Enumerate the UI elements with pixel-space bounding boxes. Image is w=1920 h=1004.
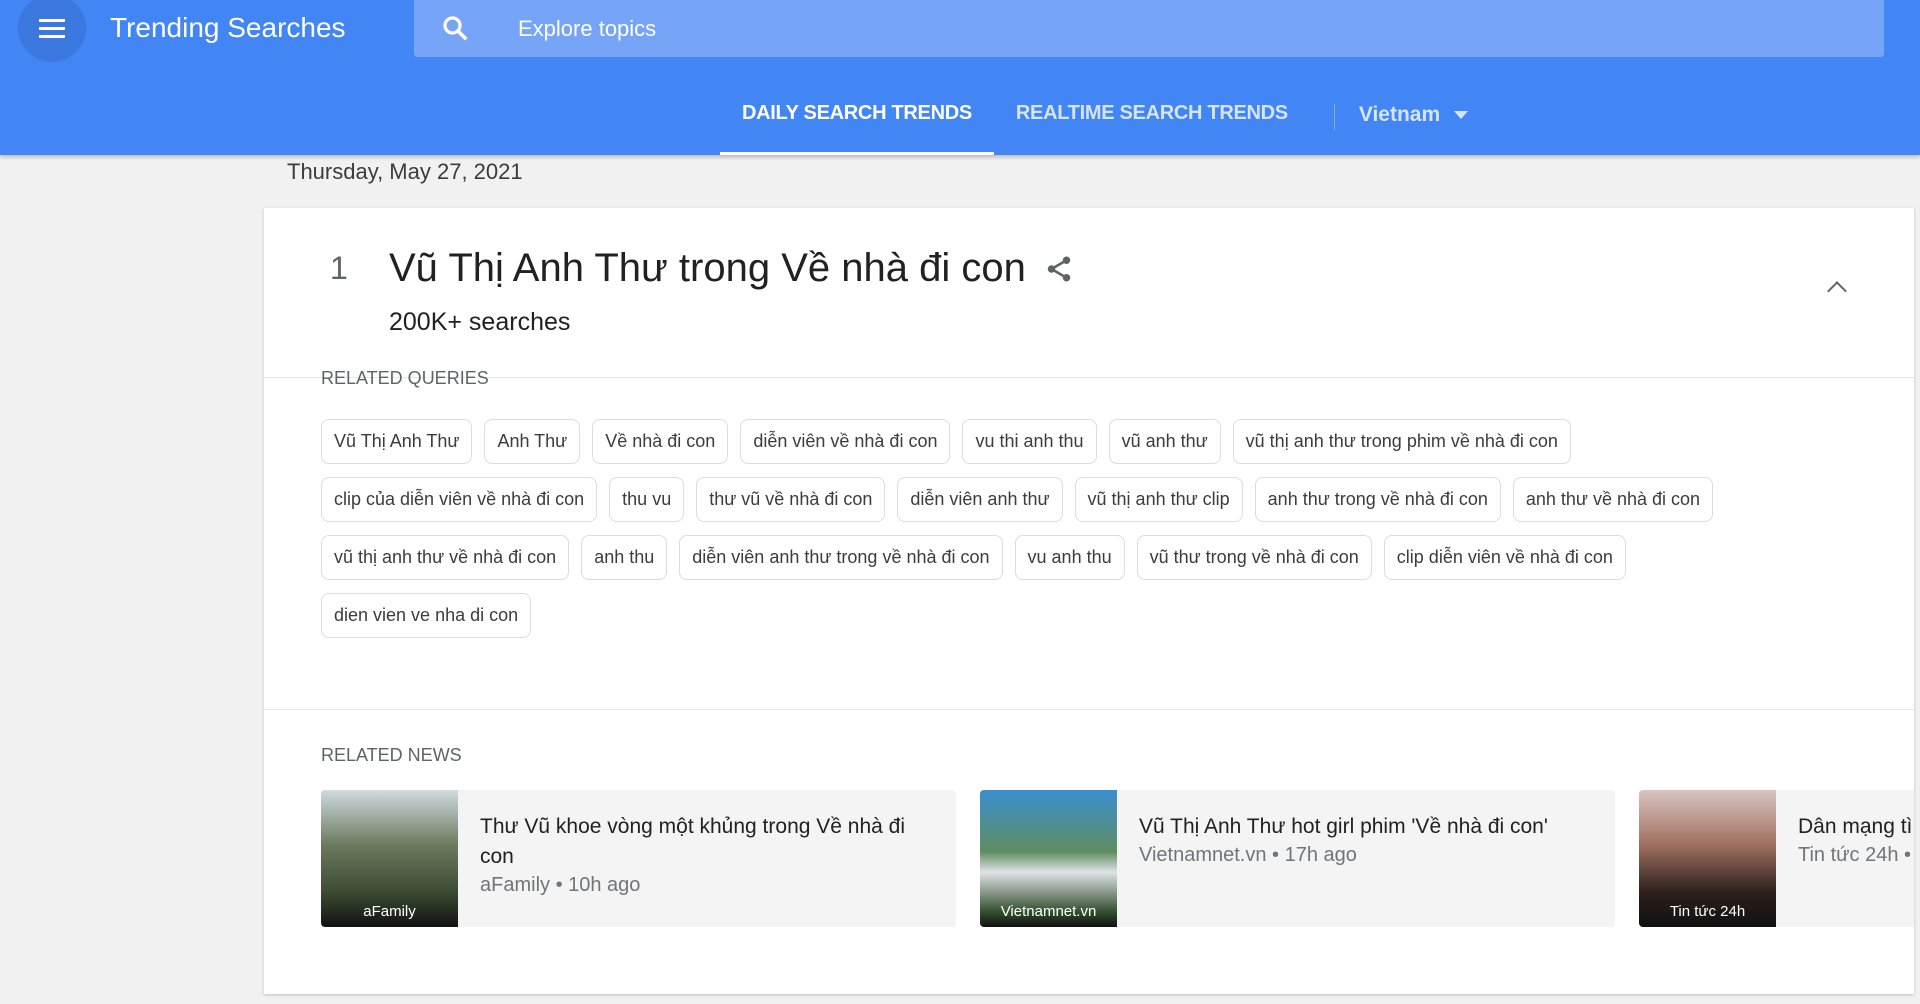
- chip-row: dien vien ve nha di con: [321, 593, 1713, 638]
- hamburger-icon: [39, 26, 65, 30]
- related-query-chip[interactable]: Anh Thư: [484, 419, 581, 464]
- related-news-list: aFamily Thư Vũ khoe vòng một khủng trong …: [321, 790, 1914, 927]
- news-headline[interactable]: Vũ Thị Anh Thư hot girl phim 'Về nhà đi …: [1139, 812, 1548, 842]
- related-query-chip[interactable]: clip của diễn viên về nhà đi con: [321, 477, 598, 522]
- related-query-chip[interactable]: vũ thị anh thư về nhà đi con: [321, 535, 570, 580]
- trend-title-row: Vũ Thị Anh Thư trong Về nhà đi con: [389, 246, 1074, 291]
- divider: [264, 377, 1914, 378]
- trend-card: 1 Vũ Thị Anh Thư trong Về nhà đi con 200…: [264, 208, 1914, 994]
- related-query-chip[interactable]: vu anh thu: [1014, 535, 1125, 580]
- news-card[interactable]: Tin tức 24h Dân mạng tì nhà đi con' lTin …: [1639, 790, 1914, 927]
- related-queries-label: RELATED QUERIES: [321, 368, 489, 388]
- country-selector[interactable]: Vietnam: [1358, 88, 1469, 155]
- related-queries-list: Vũ Thị Anh Thư Anh Thư Về nhà đi con diễn v…: [321, 419, 1714, 651]
- related-query-chip[interactable]: vũ thị anh thư trong phim về nhà đi con: [1232, 419, 1571, 464]
- related-query-chip[interactable]: anh thư trong về nhà đi con: [1254, 477, 1501, 522]
- search-input[interactable]: [518, 0, 1818, 57]
- thumbnail-source-label: aFamily: [363, 903, 416, 920]
- search-bar[interactable]: [414, 0, 1884, 57]
- thumbnail-source-label: Vietnamnet.vn: [1000, 903, 1097, 920]
- related-query-chip[interactable]: vũ anh thư: [1108, 419, 1221, 464]
- related-query-chip[interactable]: vũ thị anh thư clip: [1074, 477, 1243, 522]
- related-query-chip[interactable]: Vũ Thị Anh Thư: [321, 419, 473, 464]
- related-query-chip[interactable]: diễn viên anh thư trong về nhà đi con: [679, 535, 1003, 580]
- top-app-bar: Trending Searches DAILY SEARCH TRENDS RE…: [0, 0, 1920, 155]
- menu-button[interactable]: [18, 0, 86, 62]
- related-query-chip[interactable]: thu vu: [609, 477, 685, 522]
- dropdown-arrow-icon: [1454, 111, 1469, 119]
- trend-title[interactable]: Vũ Thị Anh Thư trong Về nhà đi con: [389, 246, 1026, 291]
- chip-row: Vũ Thị Anh Thư Anh Thư Về nhà đi con diễn v…: [321, 419, 1713, 464]
- news-headline[interactable]: Thư Vũ khoe vòng một khủng trong Về nhà …: [480, 812, 934, 872]
- trend-tabs: DAILY SEARCH TRENDS REALTIME SEARCH TREN…: [720, 88, 1469, 155]
- search-count: 200K+ searches: [389, 308, 571, 336]
- related-query-chip[interactable]: anh thư về nhà đi con: [1512, 477, 1714, 522]
- news-source-time: aFamily • 10h ago: [480, 874, 641, 896]
- related-query-chip[interactable]: diễn viên anh thư: [897, 477, 1063, 522]
- news-source-time: Tin tức 24h •: [1798, 844, 1912, 866]
- collapse-chevron-icon[interactable]: [1827, 281, 1847, 301]
- thumbnail-source-label: Tin tức 24h: [1669, 903, 1746, 920]
- news-card[interactable]: aFamily Thư Vũ khoe vòng một khủng trong …: [321, 790, 956, 927]
- chip-row: clip của diễn viên về nhà đi con thu vu th…: [321, 477, 1714, 522]
- app-title[interactable]: Trending Searches: [110, 12, 346, 44]
- date-heading: Thursday, May 27, 2021: [287, 159, 523, 184]
- news-card[interactable]: Vietnamnet.vn Vũ Thị Anh Thư hot girl phi…: [980, 790, 1615, 927]
- related-query-chip[interactable]: clip diễn viên về nhà đi con: [1383, 535, 1626, 580]
- tab-daily-search-trends[interactable]: DAILY SEARCH TRENDS: [720, 88, 994, 155]
- related-query-chip[interactable]: anh thu: [581, 535, 668, 580]
- trend-rank: 1: [330, 250, 348, 286]
- news-thumbnail: aFamily: [321, 790, 458, 927]
- news-thumbnail: Tin tức 24h: [1639, 790, 1776, 927]
- country-label: Vietnam: [1358, 103, 1441, 126]
- news-thumbnail: Vietnamnet.vn: [980, 790, 1117, 927]
- related-query-chip[interactable]: vu thi anh thu: [962, 419, 1097, 464]
- related-query-chip[interactable]: vũ thư trong về nhà đi con: [1136, 535, 1372, 580]
- related-query-chip[interactable]: thư vũ về nhà đi con: [696, 477, 886, 522]
- news-source-time: Vietnamnet.vn • 17h ago: [1139, 844, 1357, 866]
- tab-divider: [1333, 104, 1335, 130]
- news-headline[interactable]: Dân mạng tì nhà đi con' l: [1798, 812, 1914, 842]
- related-query-chip[interactable]: dien vien ve nha di con: [321, 593, 532, 638]
- share-icon[interactable]: [1044, 254, 1074, 284]
- tab-realtime-search-trends[interactable]: REALTIME SEARCH TRENDS: [994, 88, 1310, 155]
- news-text: Dân mạng tì nhà đi con' lTin tức 24h •: [1776, 790, 1914, 927]
- news-text: Vũ Thị Anh Thư hot girl phim 'Về nhà đi …: [1117, 790, 1570, 927]
- related-news-label: RELATED NEWS: [321, 745, 462, 765]
- divider: [264, 709, 1914, 710]
- related-query-chip[interactable]: Về nhà đi con: [592, 419, 729, 464]
- related-query-chip[interactable]: diễn viên về nhà đi con: [740, 419, 951, 464]
- chip-row: vũ thị anh thư về nhà đi con anh thu diễn …: [321, 535, 1713, 580]
- search-icon: [443, 16, 468, 41]
- news-text: Thư Vũ khoe vòng một khủng trong Về nhà …: [458, 790, 956, 927]
